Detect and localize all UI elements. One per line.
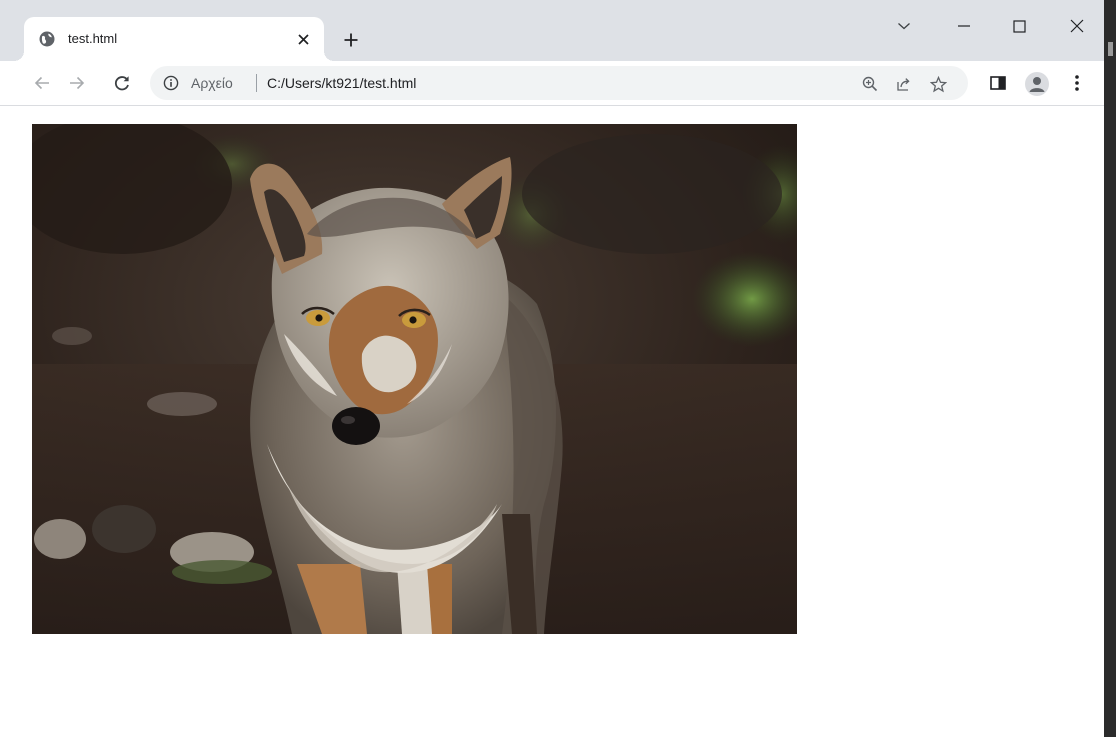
close-icon <box>297 33 309 45</box>
tab-close-button[interactable] <box>292 28 314 50</box>
tab-strip: test.html <box>0 0 1104 61</box>
browser-window: test.html Αρχείο C:/Users/kt921/test.htm… <box>0 0 1104 737</box>
edge-mark <box>1108 42 1113 56</box>
side-panel-button[interactable] <box>985 70 1011 96</box>
back-button[interactable] <box>28 69 56 97</box>
minimize-button[interactable] <box>948 10 980 42</box>
omnibox-divider <box>256 74 257 92</box>
side-panel-icon <box>990 76 1006 90</box>
arrow-right-icon <box>70 76 85 90</box>
bookmark-button[interactable] <box>928 74 948 94</box>
minimize-icon <box>958 25 970 27</box>
page-content <box>0 106 1104 737</box>
profile-icon <box>1029 77 1045 92</box>
reload-icon <box>114 76 129 91</box>
desktop-edge <box>1104 0 1116 737</box>
arrow-left-icon <box>34 76 49 90</box>
plus-icon <box>344 33 358 47</box>
zoom-button[interactable] <box>860 74 880 94</box>
forward-button[interactable] <box>63 69 91 97</box>
info-icon[interactable] <box>163 75 179 91</box>
browser-toolbar: Αρχείο C:/Users/kt921/test.html <box>0 61 1104 106</box>
profile-button[interactable] <box>1025 72 1049 96</box>
window-close-button[interactable] <box>1061 10 1093 42</box>
share-icon <box>897 78 910 91</box>
tab-search-button[interactable] <box>888 10 920 42</box>
reload-button[interactable] <box>108 69 136 97</box>
url-text[interactable]: C:/Users/kt921/test.html <box>267 75 416 91</box>
address-bar[interactable]: Αρχείο C:/Users/kt921/test.html <box>150 66 968 100</box>
share-button[interactable] <box>894 74 914 94</box>
star-icon <box>929 75 947 92</box>
new-tab-button[interactable] <box>338 27 364 53</box>
maximize-icon <box>1012 19 1026 33</box>
tab-test-html[interactable]: test.html <box>14 17 334 61</box>
scheme-label: Αρχείο <box>191 75 233 91</box>
menu-button[interactable] <box>1064 70 1090 96</box>
wolf-photo <box>32 124 797 634</box>
chevron-down-icon <box>898 23 910 30</box>
kebab-menu-icon <box>1075 75 1079 91</box>
tab-title: test.html <box>68 31 118 46</box>
zoom-in-icon <box>862 76 878 92</box>
globe-icon <box>39 31 55 47</box>
maximize-button[interactable] <box>1003 10 1035 42</box>
close-icon <box>1070 19 1084 33</box>
